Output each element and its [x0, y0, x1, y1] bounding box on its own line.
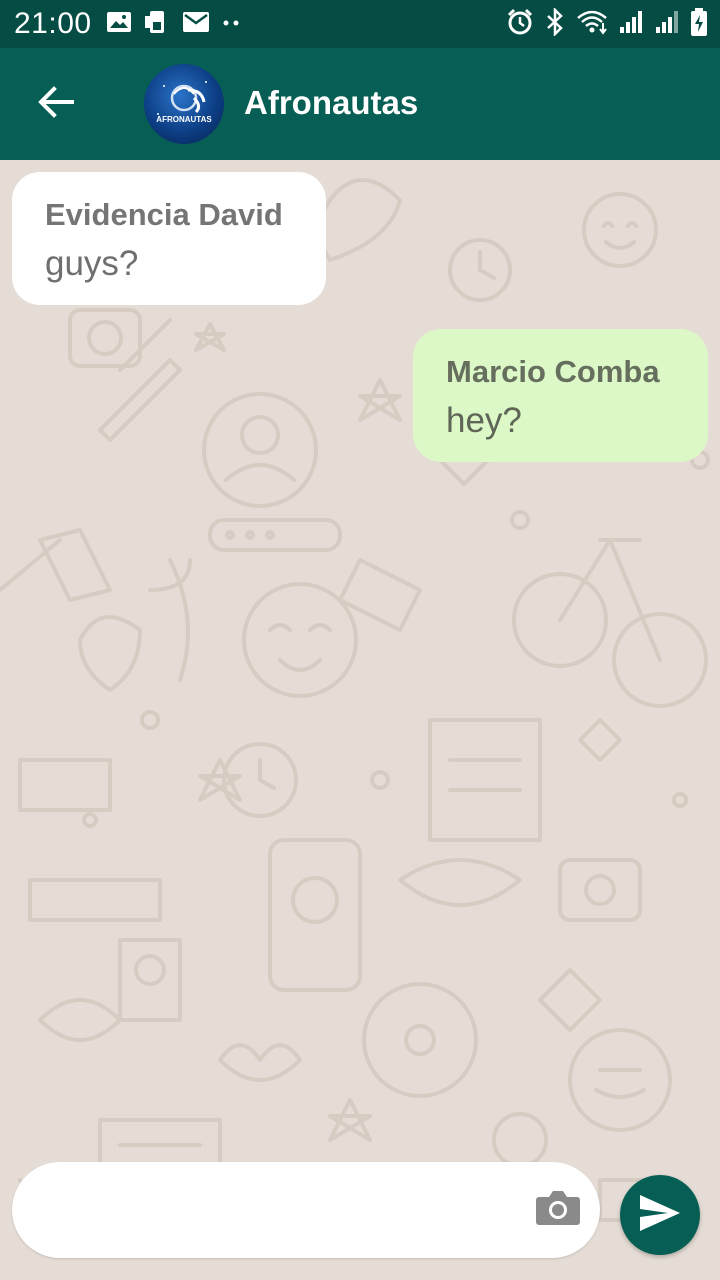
camera-icon	[535, 1191, 581, 1230]
sim-card-icon	[144, 10, 170, 39]
chat-wallpaper-doodles	[0, 178, 710, 1248]
message-composer	[12, 1162, 600, 1258]
chat-header: AFRONAUTAS Afronautas	[0, 48, 720, 160]
more-dots-icon	[222, 15, 242, 33]
back-button[interactable]	[30, 78, 82, 130]
arrow-left-icon	[38, 85, 74, 123]
signal-icon	[654, 9, 680, 40]
group-avatar[interactable]: AFRONAUTAS	[144, 64, 224, 144]
message-text: guys?	[45, 244, 139, 283]
signal-icon	[618, 9, 644, 40]
message-text: hey?	[446, 401, 522, 440]
contact-name[interactable]: Afronautas	[244, 84, 418, 122]
message-input[interactable]	[42, 1182, 526, 1240]
status-time: 21:00	[14, 7, 92, 40]
mail-icon	[182, 11, 210, 38]
status-system-icons	[506, 0, 708, 48]
message-bubble-incoming[interactable]: Evidencia David guys?	[12, 172, 326, 305]
avatar-logo-text: AFRONAUTAS	[156, 115, 212, 124]
status-bar: 21:00	[0, 0, 720, 48]
wifi-icon	[576, 9, 608, 40]
camera-button[interactable]	[535, 1188, 583, 1228]
send-button[interactable]	[620, 1175, 700, 1255]
bluetooth-icon	[544, 6, 566, 41]
message-bubble-outgoing[interactable]: Marcio Comba hey?	[413, 329, 708, 462]
message-sender: Evidencia David	[45, 197, 283, 232]
message-sender: Marcio Comba	[446, 354, 660, 389]
status-notification-icons	[106, 10, 242, 39]
image-icon	[106, 11, 132, 38]
send-icon	[638, 1193, 682, 1238]
chat-area[interactable]: Evidencia David guys? Marcio Comba hey?	[0, 160, 720, 1280]
battery-charging-icon	[690, 7, 708, 42]
alarm-icon	[506, 8, 534, 41]
